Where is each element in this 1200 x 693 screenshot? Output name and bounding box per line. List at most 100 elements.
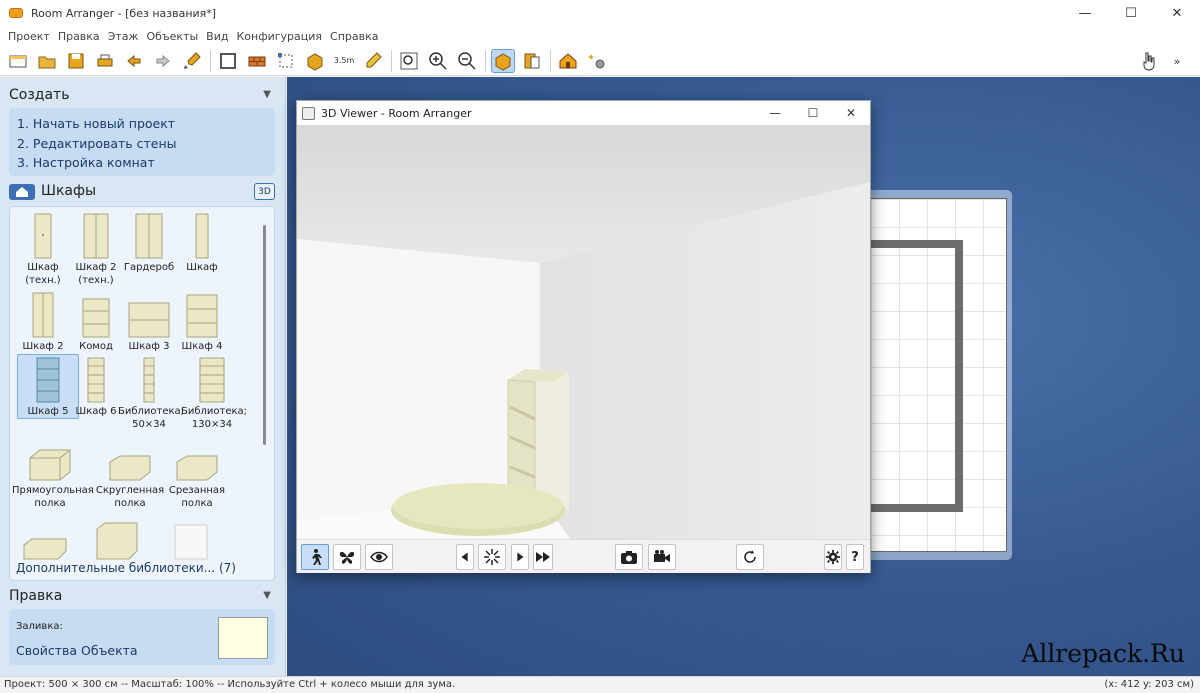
menu-bar: Проект Правка Этаж Объекты Вид Конфигура… xyxy=(0,26,1200,46)
hand-button[interactable] xyxy=(1136,49,1160,73)
step-edit-walls[interactable]: 2. Редактировать стены xyxy=(17,134,267,154)
library-item[interactable]: Шкаф 4 xyxy=(171,290,233,353)
library-item[interactable]: Шкаф xyxy=(171,211,233,274)
viewer-maximize-button[interactable]: ☐ xyxy=(794,101,832,125)
open-button[interactable] xyxy=(35,49,59,73)
step-forward-button[interactable] xyxy=(511,544,529,570)
create-collapse-icon[interactable]: ▼ xyxy=(263,89,271,100)
menu-edit[interactable]: Правка xyxy=(54,30,104,43)
menu-view[interactable]: Вид xyxy=(202,30,232,43)
brush-icon xyxy=(184,51,201,69)
library-item[interactable]: Библиотека; 50×34 xyxy=(118,355,184,431)
menu-configuration[interactable]: Конфигурация xyxy=(232,30,326,43)
reset-view-button[interactable] xyxy=(478,544,506,570)
cabinet-2-icon xyxy=(32,292,54,338)
settings-button[interactable] xyxy=(585,49,609,73)
more-button[interactable]: » xyxy=(1165,49,1189,73)
window-titlebar: Room Arranger - [без названия*] — ☐ ✕ xyxy=(0,0,1200,26)
library-item[interactable] xyxy=(14,513,76,561)
fast-forward-icon xyxy=(536,552,550,562)
step-new-project[interactable]: 1. Начать новый проект xyxy=(17,114,267,134)
printer-icon xyxy=(97,54,113,66)
viewer-help-button[interactable]: ? xyxy=(846,544,864,570)
room-button[interactable] xyxy=(216,49,240,73)
open-shelf-icon xyxy=(128,302,170,338)
rotate-view-button[interactable] xyxy=(736,544,764,570)
double-cabinet-icon xyxy=(83,213,109,259)
viewer-close-button[interactable]: ✕ xyxy=(832,101,870,125)
fly-mode-button[interactable] xyxy=(333,544,361,570)
zoom-in-button[interactable] xyxy=(426,49,450,73)
gear-icon xyxy=(825,549,841,565)
print-button[interactable] xyxy=(93,49,117,73)
object-button[interactable] xyxy=(303,49,327,73)
menu-help[interactable]: Справка xyxy=(326,30,382,43)
zoom-fit-icon xyxy=(400,52,418,69)
maximize-button[interactable]: ☐ xyxy=(1108,0,1154,26)
library-item[interactable]: Библиотека; 130×34 xyxy=(181,355,247,431)
library-item[interactable]: Прямоугольная полка xyxy=(12,434,94,510)
chevron-right-icon: » xyxy=(1173,54,1181,68)
brick-wall-icon xyxy=(248,56,266,66)
left-panel: Создать ▼ 1. Начать новый проект 2. Реда… xyxy=(0,77,286,676)
cut-shelf-icon xyxy=(176,455,218,481)
3d-preview-toggle[interactable]: 3D xyxy=(254,183,275,200)
pencil-button[interactable] xyxy=(361,49,385,73)
home-category-icon[interactable] xyxy=(9,184,35,200)
edit-collapse-icon[interactable]: ▼ xyxy=(263,590,271,601)
viewer-titlebar[interactable]: 3D Viewer - Room Arranger — ☐ ✕ xyxy=(297,101,870,125)
room-walls[interactable] xyxy=(870,240,963,512)
zoom-out-button[interactable] xyxy=(455,49,479,73)
viewer-title: 3D Viewer - Room Arranger xyxy=(321,106,472,120)
viewer-app-icon xyxy=(302,106,315,120)
new-project-button[interactable] xyxy=(6,49,30,73)
more-libraries-link[interactable]: Дополнительные библиотеки... (7) xyxy=(16,561,236,575)
fill-color-swatch[interactable] xyxy=(218,617,268,659)
save-icon xyxy=(68,53,84,68)
3d-view-button[interactable] xyxy=(491,48,515,73)
menu-project[interactable]: Проект xyxy=(4,30,54,43)
save-button[interactable] xyxy=(64,49,88,73)
fast-forward-button[interactable] xyxy=(533,544,553,570)
zoom-fit-button[interactable] xyxy=(397,49,421,73)
step-back-button[interactable] xyxy=(456,544,474,570)
menu-objects[interactable]: Объекты xyxy=(142,30,202,43)
3d-viewer-window: 3D Viewer - Room Arranger — ☐ ✕ ? xyxy=(296,100,871,573)
viewer-settings-button[interactable] xyxy=(824,544,842,570)
app-icon xyxy=(9,8,23,18)
polygon-button[interactable] xyxy=(274,49,298,73)
screenshot-button[interactable] xyxy=(615,544,643,570)
minimize-button[interactable]: — xyxy=(1062,0,1108,26)
record-video-button[interactable] xyxy=(648,544,676,570)
library-item[interactable]: Скругленная полка xyxy=(95,434,165,510)
menu-floor[interactable]: Этаж xyxy=(104,30,143,43)
wall-button[interactable] xyxy=(245,49,269,73)
look-mode-button[interactable] xyxy=(365,544,393,570)
library-button[interactable] xyxy=(520,49,544,73)
dimension-button[interactable]: 3.5m xyxy=(332,49,356,73)
object-properties-link[interactable]: Свойства Объекта xyxy=(16,643,138,658)
house-button[interactable] xyxy=(556,49,580,73)
3d-scene[interactable] xyxy=(297,125,870,539)
panel-icon xyxy=(174,524,208,560)
close-button[interactable]: ✕ xyxy=(1154,0,1200,26)
category-label[interactable]: Шкафы xyxy=(41,183,96,199)
3d-room-render xyxy=(297,125,870,539)
library-scrollbar[interactable] xyxy=(263,225,266,445)
undo-button[interactable] xyxy=(122,49,146,73)
edit-panel: Заливка: Свойства Объекта xyxy=(9,609,275,665)
status-project-info: Проект: 500 × 300 см -- Масштаб: 100% --… xyxy=(4,679,456,690)
shelf-unit-icon xyxy=(186,294,218,338)
viewer-minimize-button[interactable]: — xyxy=(756,101,794,125)
library-item[interactable]: Срезанная полка xyxy=(162,434,232,510)
walk-mode-button[interactable] xyxy=(301,544,329,570)
library-item[interactable] xyxy=(160,513,222,561)
library-icon xyxy=(524,53,540,68)
new-file-icon xyxy=(9,55,27,67)
paint-button[interactable] xyxy=(180,49,204,73)
library-item[interactable] xyxy=(86,513,148,561)
rectangular-shelf-icon xyxy=(29,449,71,481)
burst-icon xyxy=(484,549,500,565)
redo-button[interactable] xyxy=(151,49,175,73)
step-room-settings[interactable]: 3. Настройка комнат xyxy=(17,153,267,173)
